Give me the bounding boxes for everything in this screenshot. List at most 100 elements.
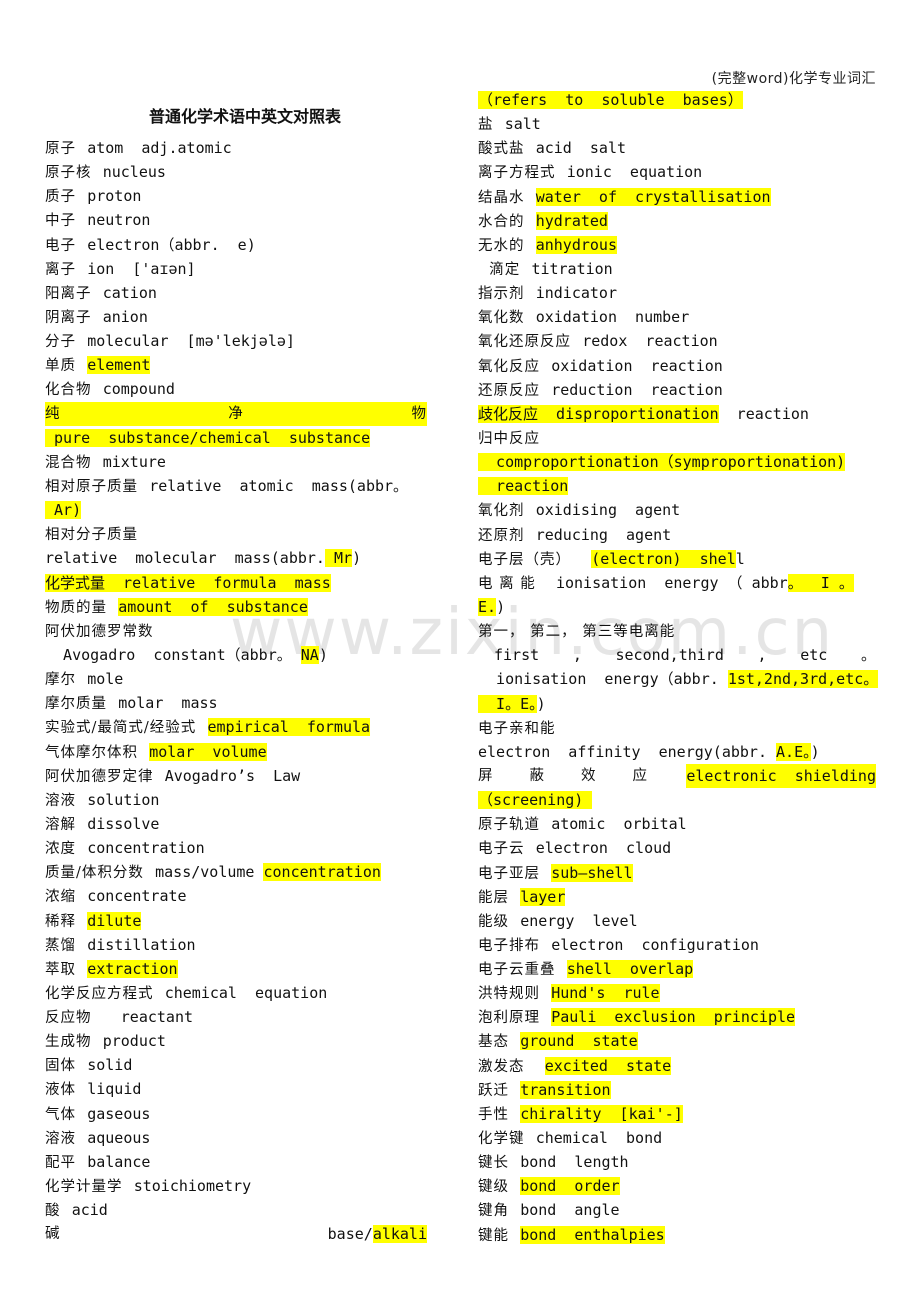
english-term: energy level [520, 911, 638, 930]
chinese-term: 盐 [478, 117, 505, 134]
english-term-tail: ) [810, 742, 820, 761]
english-term: ion ['aɪən] [87, 259, 196, 278]
glossary-entry: 化学式量 relative formula mass [45, 571, 427, 595]
glossary-entry: 纯净物 [45, 401, 427, 426]
highlighted-term: A.E。 [776, 742, 811, 761]
chinese-term: 原子轨道 [478, 817, 552, 834]
glossary-entry: 氧化剂 oxidising agent [478, 498, 876, 522]
highlighted-term: sub—shell [551, 863, 633, 882]
glossary-entry: 氧化还原反应 redox reaction [478, 329, 876, 353]
chinese-term: 摩尔 [45, 672, 88, 689]
glossary-entry: 滴定 titration [478, 257, 876, 281]
glossary-entry: Ar) [45, 498, 427, 522]
chinese-term: 液体 [45, 1082, 88, 1099]
highlighted-term: concentration [263, 863, 381, 882]
glossary-entry: 萃取 extraction [45, 957, 427, 981]
glossary-entry: 相对原子质量 relative atomic mass(abbr。 [45, 474, 427, 498]
highlighted-term: (electron) shel [591, 549, 736, 568]
english-term: atomic orbital [551, 815, 687, 834]
english-term: reactant [102, 1008, 194, 1027]
english-term: balance [87, 1152, 151, 1171]
chinese-term: 相对分子质量 [45, 527, 150, 544]
glossary-entry: 相对分子质量 [45, 522, 427, 546]
page-title: 普通化学术语中英文对照表 [148, 107, 341, 126]
english-term: dissolve [87, 814, 160, 833]
chinese-term: 氧化反应 [478, 358, 552, 375]
glossary-entry: pure substance/chemical substance [45, 426, 427, 450]
english-term: base/alkali [328, 1222, 427, 1246]
glossary-entry: （screening) [478, 788, 876, 812]
glossary-entry: 能级 energy level [478, 909, 876, 933]
glossary-entry: 化学计量学 stoichiometry [45, 1174, 427, 1198]
chinese-term: 能级 [478, 913, 521, 930]
highlighted-term: empirical formula [207, 718, 371, 737]
glossary-entry: 电子层（壳） (electron) shell [478, 547, 876, 571]
english-term: atom adj.atomic [87, 139, 232, 157]
english-term: etc [800, 646, 828, 665]
highlighted-term: shell overlap [566, 960, 694, 979]
highlighted-term: 1st,2nd,3rd,etc。 [727, 670, 879, 689]
english-term: electron cloud [535, 839, 672, 858]
glossary-entry: 离子方程式 ionic equation [478, 160, 876, 184]
glossary-left-column: 原子 atom adj.atomic 原子核 nucleus 质子 proton 中子… [45, 136, 427, 1246]
highlighted-term: E. [478, 597, 497, 616]
english-term: aqueous [87, 1128, 151, 1147]
highlighted-term: water of crystallisation [535, 187, 771, 206]
english-term: proton [87, 187, 142, 206]
highlighted-term: hydrated [535, 211, 608, 230]
glossary-entry: 歧化反应 disproportionation reaction [478, 402, 876, 426]
glossary-entry: 氧化数 oxidation number [478, 305, 876, 329]
chinese-term: 溶液 [45, 1130, 88, 1147]
glossary-entry: 还原剂 reducing agent [478, 523, 876, 547]
chinese-term: 能层 [478, 889, 521, 906]
glossary-entry: 水合的 hydrated [478, 209, 876, 233]
glossary-entry: 电子云重叠 shell overlap [478, 957, 876, 981]
english-term: stoichiometry [133, 1177, 252, 1196]
glossary-entry: 配平 balance [45, 1150, 427, 1174]
english-term-tail: ) [496, 597, 506, 616]
glossary-entry: 酸 acid [45, 1198, 427, 1222]
chinese-term: 浓缩 [45, 889, 88, 906]
english-term: 。 [860, 646, 876, 665]
highlighted-term: molar volume [149, 742, 267, 761]
chinese-term: 气体 [45, 1106, 88, 1123]
chinese-term: 电子排布 [478, 937, 552, 954]
document-header-label: (完整word)化学专业词汇 [711, 71, 876, 87]
english-term: anion [102, 307, 148, 326]
english-term: liquid [87, 1080, 142, 1099]
highlighted-term: NA [300, 645, 319, 664]
glossary-entry: 键能 bond enthalpies [478, 1223, 876, 1247]
glossary-entry: 激发态 excited state [478, 1054, 876, 1078]
glossary-entry: 混合物 mixture [45, 450, 427, 474]
glossary-entry: 原子轨道 atomic orbital [478, 812, 876, 836]
highlighted-term: comproportionation（symproportionation) [478, 453, 846, 472]
glossary-entry: 气体 gaseous [45, 1102, 427, 1126]
glossary-entry: 液体 liquid [45, 1077, 427, 1101]
chinese-term: 无水的 [478, 237, 536, 254]
glossary-entry: 电子云 electron cloud [478, 836, 876, 860]
english-term: electron configuration [551, 935, 759, 954]
glossary-entry: 阿伏加德罗常数 [45, 619, 427, 643]
glossary-entry: 跃迁 transition [478, 1078, 876, 1102]
chinese-term: 物 [411, 405, 427, 422]
chinese-term: 化学反应方程式 [45, 985, 165, 1002]
chinese-term: 基态 [478, 1034, 521, 1051]
english-term: indicator [535, 284, 617, 303]
glossary-entry: 能层 layer [478, 885, 876, 909]
chinese-term: 中子 [45, 213, 88, 230]
glossary-entry: 浓度 concentration [45, 836, 427, 860]
chinese-term: 指示剂 [478, 286, 536, 303]
chinese-term: 原子 [45, 141, 88, 157]
glossary-entry: 盐 salt [478, 112, 876, 136]
highlighted-term: anhydrous [535, 235, 617, 254]
glossary-entry: 无水的 anhydrous [478, 233, 876, 257]
chinese-term: 化合物 [45, 382, 103, 399]
chinese-term: 混合物 [45, 454, 103, 471]
chinese-term: 电 离 能 [478, 575, 547, 592]
highlighted-term: reaction [478, 477, 569, 496]
english-term: product [102, 1032, 166, 1051]
chinese-char: 应 [632, 767, 648, 784]
glossary-entry: 离子 ion ['aɪən] [45, 257, 427, 281]
chinese-term: 纯 [45, 405, 61, 422]
highlighted-term: ground state [520, 1032, 638, 1051]
